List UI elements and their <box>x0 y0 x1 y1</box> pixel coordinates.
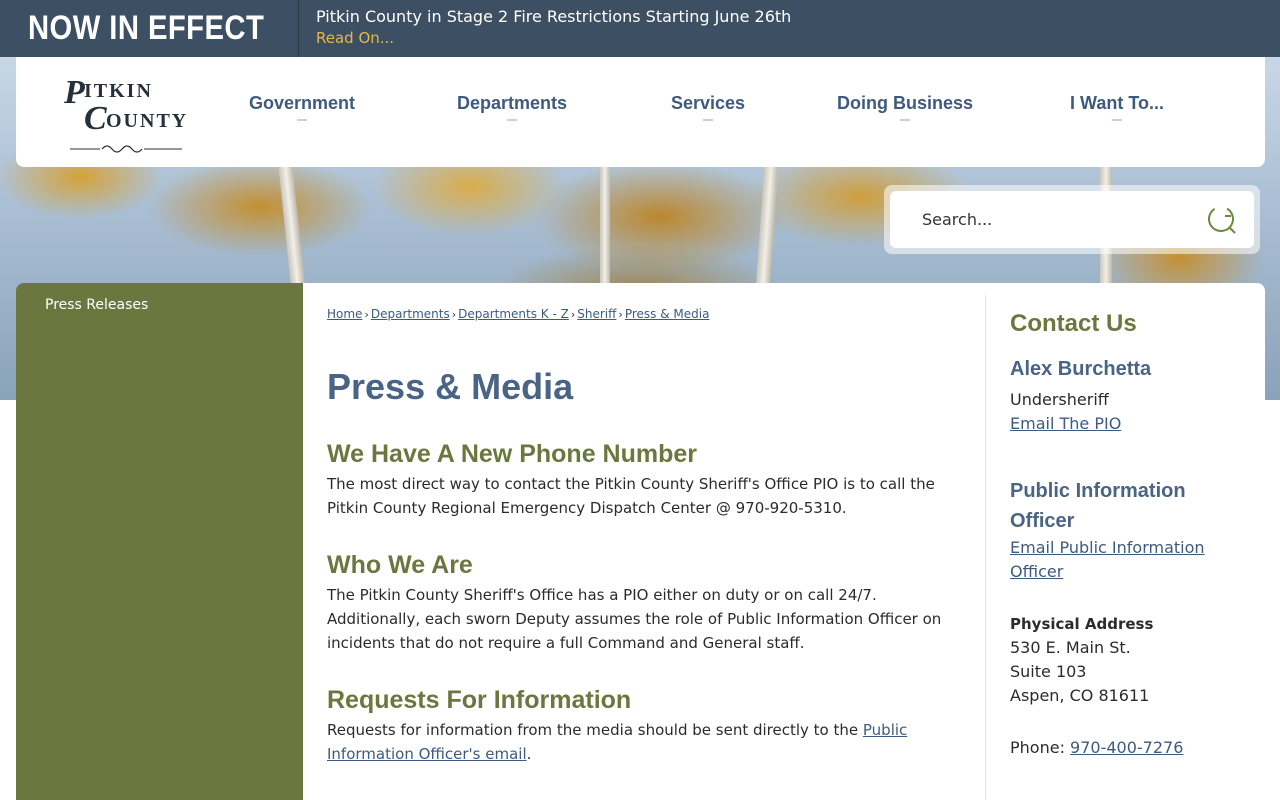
nav-i-want-to[interactable]: I Want To... <box>1070 93 1164 121</box>
nav-dash <box>297 119 308 121</box>
breadcrumb-sheriff[interactable]: Sheriff <box>577 307 616 321</box>
search-container <box>884 185 1260 254</box>
section-body-prefix: Requests for information from the media … <box>327 721 863 739</box>
breadcrumb-departments-k-z[interactable]: Departments K - Z <box>458 307 569 321</box>
nav-dash <box>900 119 911 121</box>
section-body-suffix: . <box>526 745 532 763</box>
alert-title: NOW IN EFFECT <box>28 9 265 47</box>
section-heading: We Have A New Phone Number <box>327 440 697 468</box>
nav-dash <box>1111 119 1122 121</box>
section-who-we-are: Who We Are The Pitkin County Sheriff's O… <box>327 550 967 655</box>
breadcrumb-separator: › <box>451 308 457 321</box>
alert-label: NOW IN EFFECT <box>0 0 299 57</box>
phone-label: Phone: <box>1010 738 1071 757</box>
breadcrumb-separator: › <box>570 308 576 321</box>
nav-label: Doing Business <box>837 93 974 113</box>
sidebar-item-press-releases[interactable]: Press Releases <box>16 283 303 313</box>
address-line: 530 E. Main St. <box>1010 638 1131 657</box>
breadcrumb-home[interactable]: Home <box>327 307 362 321</box>
phone-link[interactable]: 970-400-7276 <box>1070 738 1183 757</box>
alert-bar: NOW IN EFFECT Pitkin County in Stage 2 F… <box>0 0 1280 57</box>
nav-label: Government <box>249 93 356 113</box>
section-heading: Requests For Information <box>327 686 632 714</box>
phone: Phone: 970-400-7276 <box>1010 736 1250 760</box>
nav-dash <box>703 119 714 121</box>
main-content: Home › Departments › Departments K - Z › Sheri… <box>327 307 967 766</box>
page-title: Press & Media <box>327 366 574 407</box>
email-public-information-officer-link[interactable]: Email Public Information Officer <box>1010 536 1250 584</box>
section-body: Requests for information from the media … <box>327 718 967 766</box>
nav-services[interactable]: Services <box>671 93 745 121</box>
contact-us: Contact Us Alex Burchetta Undersheriff E… <box>1010 309 1250 760</box>
contact-person-name: Alex Burchetta <box>1010 358 1152 380</box>
email-the-pio-link[interactable]: Email The PIO <box>1010 412 1250 436</box>
nav-departments[interactable]: Departments <box>457 93 567 121</box>
breadcrumb-separator: › <box>618 308 623 321</box>
section-body: The Pitkin County Sheriff's Office has a… <box>327 586 942 652</box>
section-body: The most direct way to contact the Pitki… <box>327 475 935 517</box>
contact-officer-title: Public Information Officer <box>1010 480 1186 532</box>
breadcrumb-departments[interactable]: Departments <box>371 307 450 321</box>
section-heading: Who We Are <box>327 551 473 579</box>
nav-label: Services <box>671 93 746 113</box>
alert-message: Pitkin County in Stage 2 Fire Restrictio… <box>299 0 791 57</box>
breadcrumb-press-media[interactable]: Press & Media <box>625 307 710 321</box>
search-icon[interactable] <box>1206 204 1238 236</box>
alert-text: Pitkin County in Stage 2 Fire Restrictio… <box>316 7 792 26</box>
search-input[interactable] <box>890 210 1190 229</box>
nav-doing-business[interactable]: Doing Business <box>837 93 973 121</box>
alert-read-on-link[interactable]: Read On... <box>316 27 791 49</box>
search-box <box>890 191 1254 248</box>
nav-label: Departments <box>457 93 568 113</box>
nav-government[interactable]: Government <box>249 93 355 121</box>
address-line: Suite 103 <box>1010 662 1087 681</box>
contact-title: Contact Us <box>1010 310 1137 337</box>
breadcrumb: Home › Departments › Departments K - Z › Sheri… <box>327 307 967 321</box>
content-panel: Home › Departments › Departments K - Z › Sheri… <box>303 283 1265 800</box>
sidebar: Press Releases <box>16 283 303 800</box>
contact-person-role: Undersheriff <box>1010 390 1109 409</box>
breadcrumb-separator: › <box>364 308 369 321</box>
nav-dash <box>507 119 518 121</box>
main-nav: Government Departments Services Doing Bu… <box>16 93 1265 133</box>
address-line: Aspen, CO 81611 <box>1010 686 1150 705</box>
section-phone-number: We Have A New Phone Number The most dire… <box>327 439 967 520</box>
nav-label: I Want To... <box>1070 93 1164 113</box>
site-header: P ITKIN C OUNTY Government Departments S… <box>16 57 1265 167</box>
address-label: Physical Address <box>1010 615 1154 633</box>
section-requests: Requests For Information Requests for in… <box>327 685 967 766</box>
column-divider <box>985 295 986 800</box>
